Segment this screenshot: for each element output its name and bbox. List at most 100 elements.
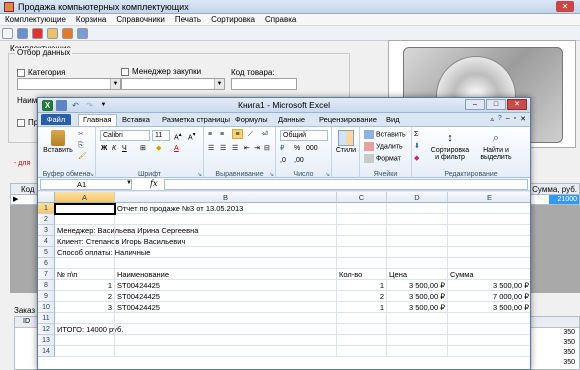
code-input[interactable] bbox=[231, 78, 297, 90]
category-checkbox[interactable]: Категория bbox=[17, 68, 65, 77]
increase-decimal-icon[interactable]: ,0 bbox=[280, 156, 286, 166]
cell-c9[interactable]: 2 bbox=[339, 291, 384, 302]
row-header[interactable]: 12 bbox=[38, 324, 55, 335]
select-all-corner[interactable] bbox=[38, 192, 55, 203]
number-format-select[interactable]: Общий bbox=[280, 130, 328, 141]
fx-icon[interactable]: fx bbox=[150, 179, 157, 188]
save-icon[interactable] bbox=[17, 28, 28, 39]
tab-file[interactable]: Файл bbox=[41, 114, 71, 125]
row-header[interactable]: 14 bbox=[38, 346, 55, 357]
orientation-icon[interactable]: ⟋ bbox=[248, 130, 253, 140]
menu-item-sort[interactable]: Сортировка bbox=[206, 14, 260, 25]
cell-e7[interactable]: Сумма bbox=[450, 269, 474, 280]
shrink-font-icon[interactable]: A▾ bbox=[188, 130, 196, 141]
cell-c8[interactable]: 1 bbox=[339, 280, 384, 291]
minimize-icon[interactable]: – bbox=[465, 99, 485, 110]
align-top-icon[interactable]: ≡ bbox=[208, 130, 212, 140]
row-header[interactable]: 6 bbox=[38, 258, 55, 269]
find-select-button[interactable]: ⌕ Найти и выделить bbox=[474, 130, 518, 161]
cell-c10[interactable]: 1 bbox=[339, 302, 384, 313]
menu-item-help[interactable]: Справка bbox=[260, 14, 301, 25]
sort-filter-button[interactable]: ↕ Сортировка и фильтр bbox=[426, 130, 474, 161]
wrap-text-icon[interactable]: ⏎ bbox=[262, 130, 268, 140]
cell-b8[interactable]: ST00424425 bbox=[117, 280, 160, 291]
cell-d8[interactable]: 3 500,00 ₽ bbox=[389, 280, 445, 291]
cell-c7[interactable]: Кол-во bbox=[339, 269, 362, 280]
row-header[interactable]: 13 bbox=[38, 335, 55, 346]
copy-icon[interactable]: ⎘ bbox=[78, 141, 84, 151]
help-icon[interactable]: ? bbox=[498, 115, 502, 123]
cell-e8[interactable]: 3 500,00 ₽ bbox=[450, 280, 529, 291]
font-color-icon[interactable]: A bbox=[174, 144, 179, 154]
row-header[interactable]: 5 bbox=[38, 247, 55, 258]
export-icon[interactable] bbox=[62, 28, 73, 39]
font-size-select[interactable]: 11 bbox=[152, 130, 170, 141]
cut-icon[interactable]: ✂ bbox=[78, 130, 84, 140]
selected-cell-a1[interactable] bbox=[54, 203, 116, 215]
delete-cells-button[interactable]: Удалить bbox=[364, 142, 403, 152]
grow-font-icon[interactable]: A▴ bbox=[174, 130, 182, 141]
new-icon[interactable] bbox=[2, 28, 13, 39]
tab-insert[interactable]: Вставка bbox=[122, 115, 150, 124]
styles-button[interactable]: Стили bbox=[334, 130, 358, 154]
row-header[interactable]: 3 bbox=[38, 225, 55, 236]
selected-sum-cell[interactable]: 21000 bbox=[549, 195, 579, 204]
tab-home[interactable]: Главная bbox=[78, 114, 117, 126]
print-icon[interactable] bbox=[77, 28, 88, 39]
menu-item-print[interactable]: Печать bbox=[170, 14, 206, 25]
manager-checkbox[interactable]: Менеджер закупки bbox=[121, 67, 201, 76]
worksheet[interactable]: A B C D E 1 Отчет по продаже №3 от 13.05.… bbox=[38, 192, 530, 369]
collapse-ribbon-icon[interactable]: ▵ bbox=[490, 115, 494, 123]
row-header[interactable]: 8 bbox=[38, 280, 55, 291]
manager-combo[interactable]: ▼ bbox=[121, 78, 225, 90]
cell-a4[interactable]: Клиент: Степанов Игорь Васильевич bbox=[57, 236, 185, 247]
cell-d9[interactable]: 3 500,00 ₽ bbox=[389, 291, 445, 302]
format-painter-icon[interactable]: 🖌 bbox=[78, 152, 87, 162]
pr-checkbox[interactable]: Пр bbox=[17, 118, 38, 127]
align-right-icon[interactable]: ☰ bbox=[232, 144, 238, 154]
launcher-icon[interactable]: ↘ bbox=[269, 171, 274, 178]
decrease-decimal-icon[interactable]: ,00 bbox=[294, 156, 304, 166]
col-header-b[interactable]: B bbox=[115, 192, 337, 203]
row-header[interactable]: 9 bbox=[38, 291, 55, 302]
cell-a8[interactable]: 1 bbox=[57, 280, 112, 291]
clear-icon[interactable]: ◆ bbox=[414, 154, 419, 164]
launcher-icon[interactable]: ↘ bbox=[325, 171, 330, 178]
cell-d7[interactable]: Цена bbox=[389, 269, 407, 280]
launcher-icon[interactable]: ↘ bbox=[197, 171, 202, 178]
cell-a10[interactable]: 3 bbox=[57, 302, 112, 313]
minimize-doc-icon[interactable]: – bbox=[506, 115, 510, 123]
col-header-d[interactable]: D bbox=[387, 192, 448, 203]
launcher-icon[interactable]: ↘ bbox=[89, 171, 94, 178]
cell-b10[interactable]: ST00424425 bbox=[117, 302, 160, 313]
col-code-header[interactable]: Код bbox=[21, 185, 35, 194]
currency-icon[interactable]: ₽ bbox=[280, 144, 284, 154]
menu-item-cart[interactable]: Корзина bbox=[71, 14, 111, 25]
cell-a5[interactable]: Способ оплаты: Наличные bbox=[57, 247, 150, 258]
menu-item-references[interactable]: Справочники bbox=[111, 14, 169, 25]
category-combo[interactable]: ▼ bbox=[17, 78, 121, 90]
name-box[interactable]: A1 bbox=[40, 179, 132, 190]
close-icon[interactable]: ✕ bbox=[507, 99, 527, 110]
format-cells-button[interactable]: Формат bbox=[364, 154, 401, 164]
cell-b7[interactable]: Наименование bbox=[117, 269, 169, 280]
paste-button[interactable]: Вставить bbox=[42, 130, 74, 154]
borders-icon[interactable]: ⊞ bbox=[140, 144, 146, 154]
formula-input[interactable] bbox=[164, 179, 528, 190]
underline-icon[interactable]: Ч bbox=[122, 144, 127, 154]
autosum-icon[interactable]: Σ bbox=[414, 130, 418, 140]
maximize-icon[interactable]: □ bbox=[486, 99, 506, 110]
percent-icon[interactable]: % bbox=[294, 144, 300, 154]
col-header-a[interactable]: A bbox=[55, 192, 115, 203]
edit-icon[interactable] bbox=[47, 28, 58, 39]
row-header[interactable]: 4 bbox=[38, 236, 55, 247]
font-name-select[interactable]: Calibri bbox=[100, 130, 150, 141]
cell-b1[interactable]: Отчет по продаже №3 от 13.05.2013 bbox=[117, 203, 243, 214]
align-left-icon[interactable]: ☰ bbox=[208, 144, 214, 154]
tab-data[interactable]: Данные bbox=[278, 115, 305, 124]
cell-e10[interactable]: 3 500,00 ₽ bbox=[450, 302, 529, 313]
delete-icon[interactable] bbox=[32, 28, 43, 39]
col-sum-header[interactable]: Сумма, руб. bbox=[532, 185, 577, 194]
col-header-c[interactable]: C bbox=[337, 192, 387, 203]
close-button[interactable]: ✕ bbox=[556, 1, 574, 12]
